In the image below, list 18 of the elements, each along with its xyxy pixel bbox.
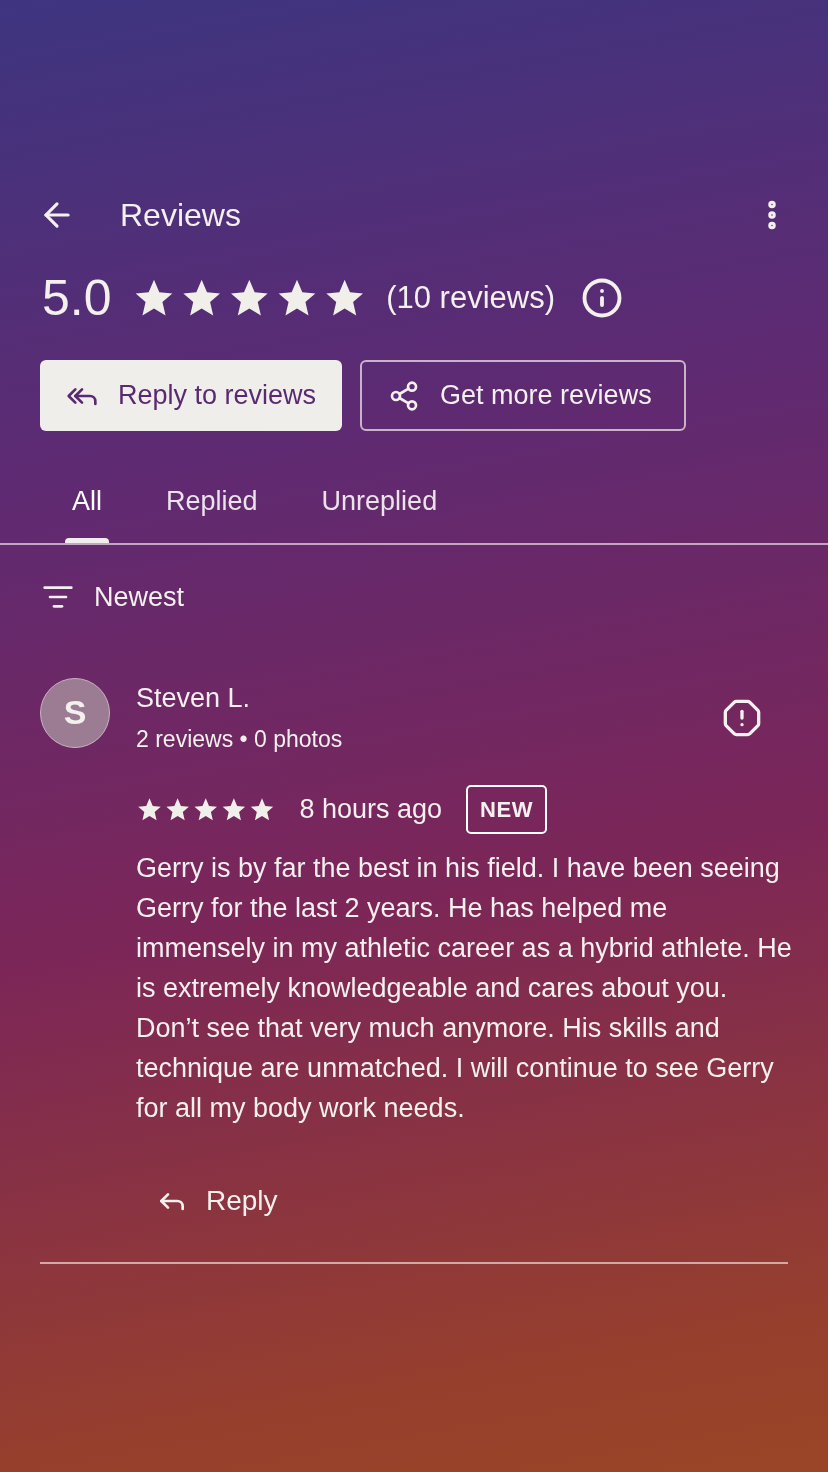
reply-to-reviews-button[interactable]: Reply to reviews	[40, 360, 343, 431]
filter-tab[interactable]: Unreplied	[289, 459, 470, 543]
new-tag: NEW	[466, 784, 548, 834]
sort-label[interactable]: Newest	[94, 577, 185, 618]
reply-button[interactable]: Reply	[156, 1179, 278, 1222]
report-icon[interactable]	[722, 697, 762, 738]
review-time: 8 hours ago	[299, 792, 443, 826]
get-more-reviews-button[interactable]: Get more reviews	[360, 360, 686, 431]
review-text: Gerry is by far the best in his field. I have been seeing Gerry for the last 2 years. He has helped me immensely in my athletic career as a hybrid athlete. He is extremely knowledgeable and cares about you. Don’t see that very much anymore. His skills and technique are unmatched. I will continue to see Gerry for all my body work needs.	[136, 851, 792, 1125]
filter-tab[interactable]: Replied	[134, 459, 290, 543]
page-title: Reviews	[120, 196, 241, 235]
avatar: S	[40, 677, 110, 748]
reviewer-name: Steven L.	[136, 681, 252, 715]
info-icon[interactable]	[581, 277, 623, 319]
review-count: (10 reviews)	[386, 278, 555, 317]
average-rating: 5.0	[42, 268, 112, 328]
filter-tab[interactable]: All	[40, 459, 134, 543]
reviewer-stats: 2 reviews • 0 photos	[136, 725, 343, 754]
